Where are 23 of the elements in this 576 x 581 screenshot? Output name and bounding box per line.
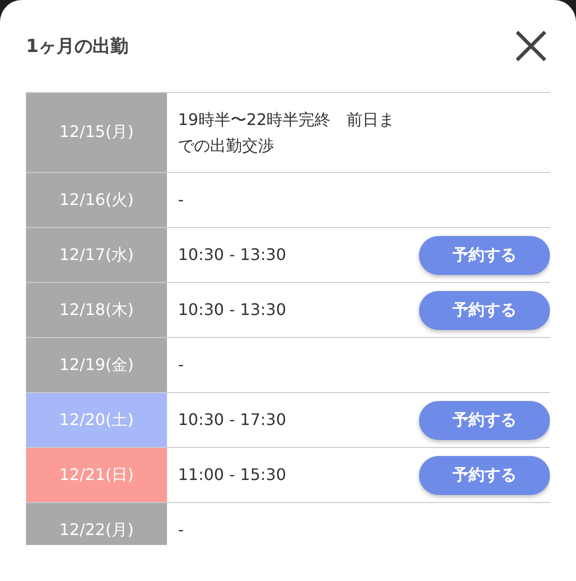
reserve-button[interactable]: 予約する bbox=[419, 236, 550, 274]
hours-text: 10:30 - 17:30 bbox=[178, 409, 286, 431]
reserve-button[interactable]: 予約する bbox=[419, 290, 550, 330]
date-cell: 12/19(金) bbox=[26, 338, 167, 392]
hours-text: - bbox=[178, 354, 184, 376]
hours-text: 10:30 - 13:30 bbox=[178, 244, 286, 266]
date-cell: 12/17(水) bbox=[26, 228, 167, 282]
close-button[interactable] bbox=[514, 29, 548, 63]
date-cell: 12/22(月) bbox=[26, 503, 167, 545]
hours-text: - bbox=[178, 519, 184, 541]
hours-text: 10:30 - 13:30 bbox=[178, 299, 286, 321]
hours-text: 11:00 - 15:30 bbox=[178, 464, 286, 486]
date-cell: 12/15(月) bbox=[26, 93, 167, 172]
date-cell: 12/16(火) bbox=[26, 173, 167, 227]
date-cell: 12/18(木) bbox=[26, 283, 167, 337]
reserve-button[interactable]: 予約する bbox=[419, 456, 550, 494]
reserve-button[interactable]: 予約する bbox=[419, 400, 550, 440]
hours-text: - bbox=[178, 189, 184, 211]
date-cell: 12/20(土) bbox=[26, 393, 167, 447]
dialog-title: 1ヶ月の出勤 bbox=[26, 35, 129, 58]
date-cell: 12/21(日) bbox=[26, 448, 167, 502]
hours-text: 19時半〜22時半完終 前日までの出勤交渉 bbox=[178, 108, 396, 156]
close-icon bbox=[514, 29, 548, 63]
